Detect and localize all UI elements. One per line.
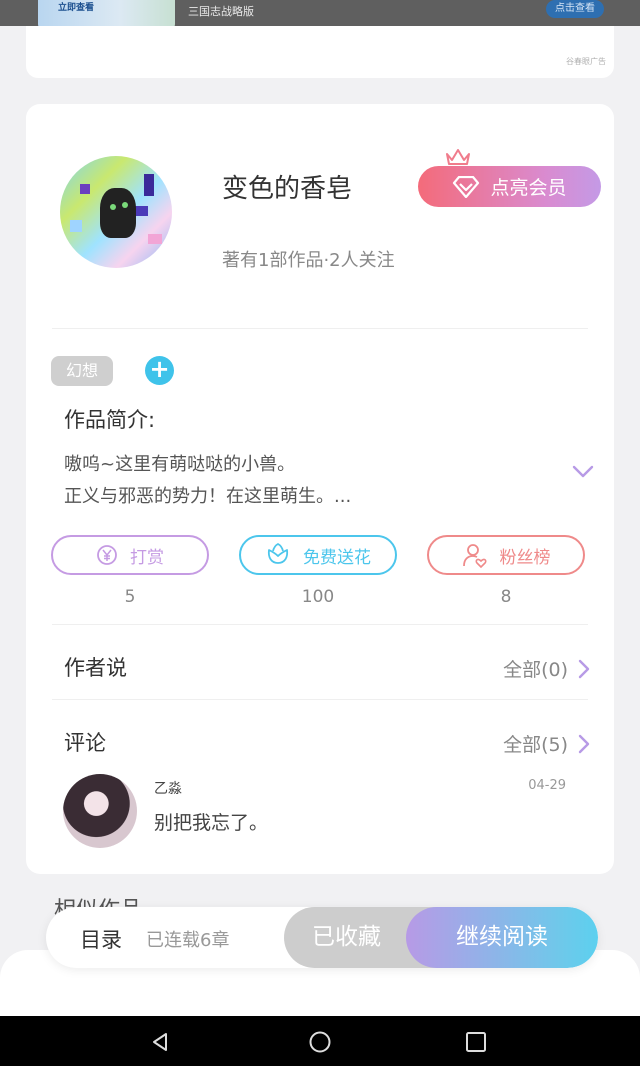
- chevron-down-icon[interactable]: [572, 464, 594, 480]
- ad-source-label: 谷春眼广告: [566, 57, 606, 66]
- divider: [52, 699, 588, 700]
- comment-text[interactable]: 别把我忘了。: [154, 808, 268, 835]
- genre-tag[interactable]: 幻想: [51, 356, 113, 386]
- divider: [52, 328, 588, 329]
- fan-ranking-button[interactable]: 粉丝榜: [427, 535, 585, 575]
- home-icon[interactable]: [308, 1030, 332, 1054]
- serial-chapter-count: 已连载6章: [146, 930, 230, 951]
- author-stats: 著有1部作品·2人关注: [222, 250, 395, 271]
- add-tag-button[interactable]: +: [145, 356, 174, 385]
- crown-icon: [446, 149, 470, 168]
- chevron-right-icon: [578, 734, 590, 753]
- vip-button[interactable]: 点亮会员: [418, 166, 601, 207]
- bottom-action-bar: 目录 已连载6章 已收藏 继续阅读: [46, 907, 598, 968]
- reward-count: 5: [124, 587, 136, 607]
- recent-apps-icon[interactable]: [464, 1030, 488, 1054]
- vip-button-label: 点亮会员: [490, 177, 567, 199]
- comments-all-link[interactable]: 全部(5): [503, 730, 590, 757]
- reward-button[interactable]: 打赏: [51, 535, 209, 575]
- fan-person-icon: [462, 544, 486, 568]
- flower-icon: [267, 543, 289, 564]
- intro-line: 嗷呜~这里有萌哒哒的小兽。: [64, 454, 296, 475]
- system-navigation-bar: [0, 1016, 640, 1066]
- continue-reading-button[interactable]: 继续阅读: [406, 907, 598, 968]
- chevron-right-icon: [578, 659, 590, 678]
- flower-count: 100: [301, 587, 335, 607]
- reward-button-label: 打赏: [130, 547, 164, 568]
- send-flower-button[interactable]: 免费送花: [239, 535, 397, 575]
- ad-view-button[interactable]: 点击查看: [546, 0, 604, 18]
- back-icon[interactable]: [148, 1030, 172, 1054]
- toc-button[interactable]: 目录: [80, 924, 122, 954]
- comment-date: 04-29: [528, 778, 566, 793]
- fan-ranking-button-label: 粉丝榜: [499, 547, 551, 568]
- author-says-all-link[interactable]: 全部(0): [503, 655, 590, 682]
- commenter-name[interactable]: 乙淼: [154, 778, 182, 798]
- diamond-icon: [453, 175, 480, 198]
- author-avatar[interactable]: [60, 156, 172, 268]
- fan-count: 8: [500, 587, 512, 607]
- comments-title: 评论: [64, 731, 106, 755]
- author-says-title: 作者说: [64, 656, 127, 680]
- commenter-avatar[interactable]: [63, 774, 137, 848]
- author-name[interactable]: 变色的香皂: [222, 168, 352, 205]
- yen-coin-icon: [97, 545, 117, 565]
- intro-heading: 作品简介:: [64, 408, 156, 432]
- send-flower-button-label: 免费送花: [303, 547, 371, 568]
- divider: [52, 624, 588, 625]
- ad-title[interactable]: 三国志战略版: [188, 3, 254, 19]
- intro-line: 正义与邪恶的势力！在这里萌生。...: [64, 486, 352, 507]
- ad-card: 谷春眼广告: [26, 26, 614, 78]
- comments-all-label: 全部(5): [503, 734, 568, 756]
- author-says-all-label: 全部(0): [503, 659, 568, 681]
- work-detail-card: 变色的香皂 著有1部作品·2人关注 点亮会员 幻想 + 作品简介: 嗷呜~这里有…: [26, 104, 614, 874]
- ad-thumbnail-label: 立即查看: [58, 3, 95, 13]
